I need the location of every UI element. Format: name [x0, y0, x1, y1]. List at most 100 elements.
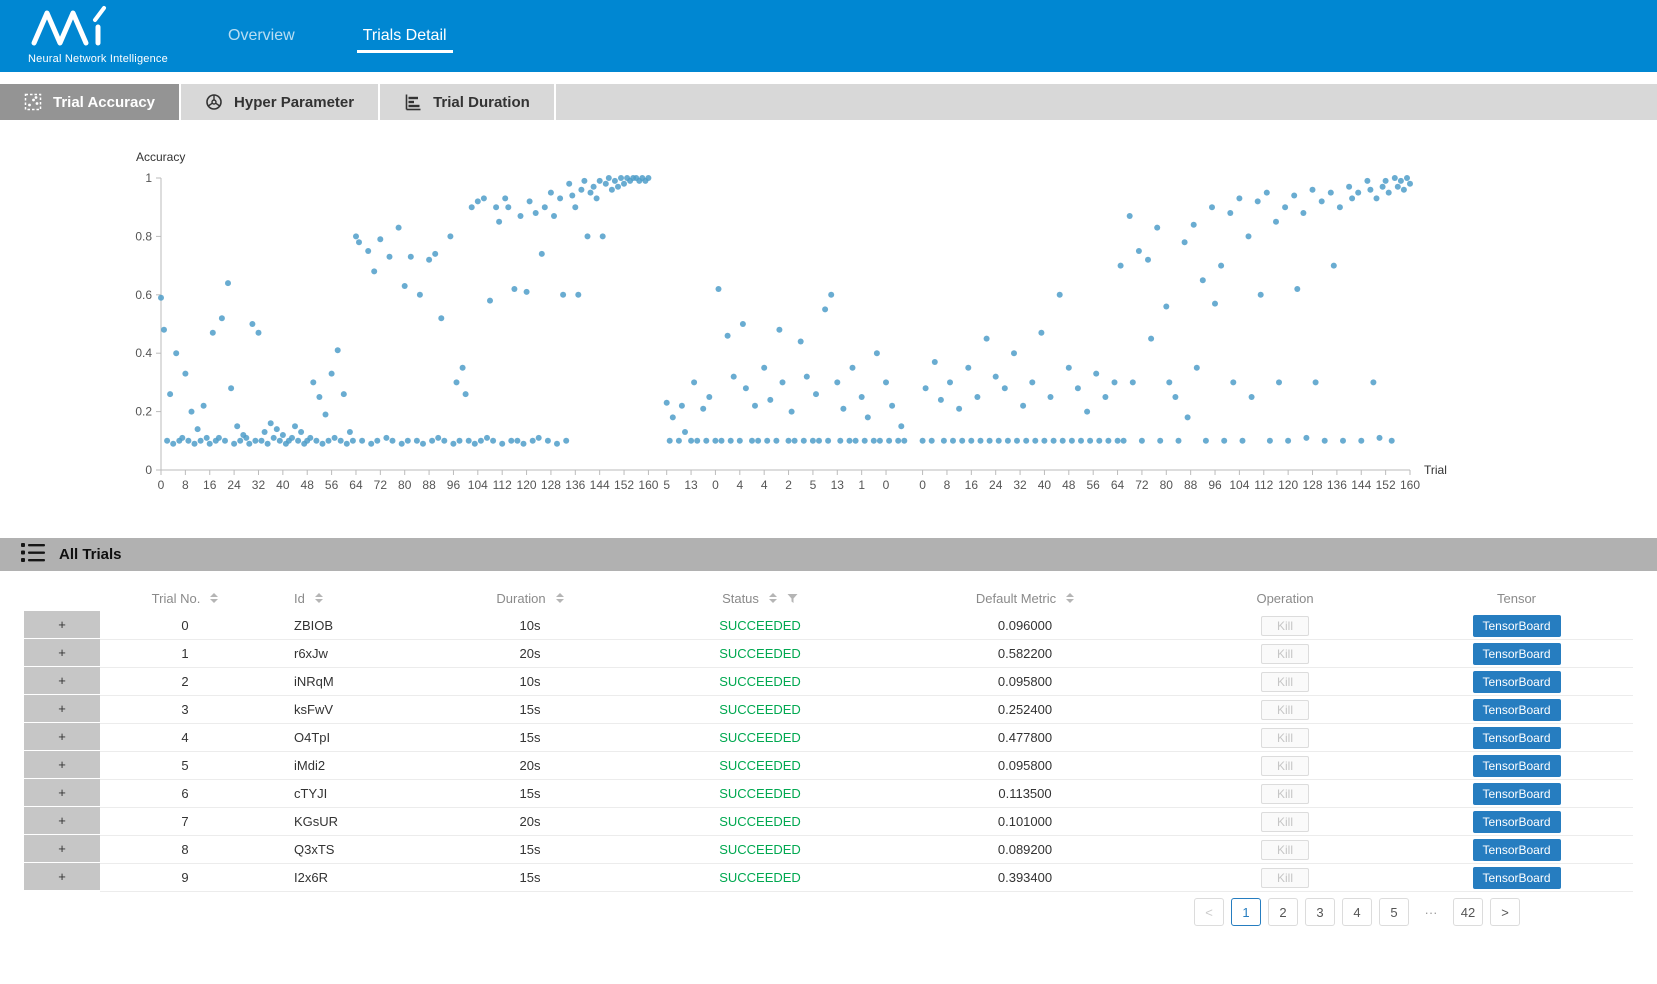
- svg-text:56: 56: [1087, 478, 1101, 492]
- column-header-default-metric[interactable]: Default Metric: [880, 584, 1170, 612]
- tensor-cell: TensorBoard: [1400, 752, 1633, 779]
- nav-tab-trials-detail[interactable]: Trials Detail: [357, 13, 453, 59]
- expand-row-button[interactable]: +: [24, 779, 100, 808]
- kill-button[interactable]: Kill: [1261, 728, 1309, 748]
- tensorboard-button[interactable]: TensorBoard: [1473, 643, 1561, 665]
- subtab-label: Trial Accuracy: [53, 94, 155, 111]
- svg-text:32: 32: [1013, 478, 1027, 492]
- tensorboard-button[interactable]: TensorBoard: [1473, 811, 1561, 833]
- expand-row-button[interactable]: +: [24, 863, 100, 892]
- column-header-status[interactable]: Status: [640, 584, 880, 612]
- expand-row-button[interactable]: +: [24, 695, 100, 724]
- top-navbar: Neural Network Intelligence Overview Tri…: [0, 0, 1657, 72]
- column-label: Operation: [1256, 591, 1313, 606]
- kill-button[interactable]: Kill: [1261, 840, 1309, 860]
- kill-button[interactable]: Kill: [1261, 868, 1309, 888]
- sort-icon[interactable]: [556, 593, 564, 603]
- page-button[interactable]: 1: [1231, 898, 1261, 926]
- kill-button[interactable]: Kill: [1261, 672, 1309, 692]
- nav-tab-overview[interactable]: Overview: [222, 13, 301, 59]
- metric-cell: 0.089200: [880, 836, 1170, 863]
- tensorboard-button[interactable]: TensorBoard: [1473, 671, 1561, 693]
- duration-cell: 15s: [420, 780, 640, 807]
- subtab-trial-accuracy[interactable]: Trial Accuracy: [0, 84, 181, 120]
- svg-text:Accuracy: Accuracy: [136, 150, 185, 164]
- page-button[interactable]: 3: [1305, 898, 1335, 926]
- table-row: + 5 iMdi2 20s SUCCEEDED 0.095800 Kill Te…: [24, 752, 1633, 780]
- expand-column-header: [24, 584, 100, 612]
- status-cell: SUCCEEDED: [640, 696, 880, 723]
- expand-row-button[interactable]: +: [24, 807, 100, 836]
- svg-text:112: 112: [493, 478, 512, 492]
- column-header-duration[interactable]: Duration: [420, 584, 640, 612]
- tensorboard-button[interactable]: TensorBoard: [1473, 783, 1561, 805]
- tensorboard-button[interactable]: TensorBoard: [1473, 839, 1561, 861]
- page-button[interactable]: 42: [1453, 898, 1483, 926]
- svg-text:160: 160: [638, 478, 658, 492]
- tensorboard-button[interactable]: TensorBoard: [1473, 755, 1561, 777]
- kill-button[interactable]: Kill: [1261, 616, 1309, 636]
- trial-no-cell: 3: [100, 696, 270, 723]
- svg-text:136: 136: [565, 478, 585, 492]
- sort-icon[interactable]: [1066, 593, 1074, 603]
- operation-cell: Kill: [1170, 724, 1400, 751]
- trials-table: Trial No. Id Duration Status Default Met…: [24, 584, 1633, 892]
- column-label: Status: [722, 591, 759, 606]
- svg-text:104: 104: [468, 478, 488, 492]
- bars-icon: [404, 93, 422, 111]
- subtab-trial-duration[interactable]: Trial Duration: [380, 84, 556, 120]
- wheel-icon: [205, 93, 223, 111]
- subtab-hyper-parameter[interactable]: Hyper Parameter: [181, 84, 380, 120]
- duration-cell: 20s: [420, 752, 640, 779]
- column-header-trial-no[interactable]: Trial No.: [100, 584, 270, 612]
- accuracy-scatter-chart[interactable]: 00.20.40.60.8108162432404856647280889610…: [0, 130, 1657, 530]
- tensorboard-button[interactable]: TensorBoard: [1473, 615, 1561, 637]
- expand-row-button[interactable]: +: [24, 667, 100, 696]
- prev-page-button[interactable]: <: [1194, 898, 1224, 926]
- sort-icon[interactable]: [315, 593, 323, 603]
- expand-row-button[interactable]: +: [24, 639, 100, 668]
- sort-icon[interactable]: [769, 593, 777, 603]
- page-button[interactable]: 2: [1268, 898, 1298, 926]
- svg-text:0: 0: [919, 478, 926, 492]
- tensorboard-button[interactable]: TensorBoard: [1473, 867, 1561, 889]
- column-header-id[interactable]: Id: [270, 584, 420, 612]
- kill-button[interactable]: Kill: [1261, 812, 1309, 832]
- chart-canvas[interactable]: 00.20.40.60.8108162432404856647280889610…: [0, 130, 1657, 530]
- all-trials-title: All Trials: [59, 546, 122, 563]
- trial-no-cell: 7: [100, 808, 270, 835]
- next-page-button[interactable]: >: [1490, 898, 1520, 926]
- status-cell: SUCCEEDED: [640, 808, 880, 835]
- table-header-row: Trial No. Id Duration Status Default Met…: [24, 584, 1633, 612]
- tensorboard-button[interactable]: TensorBoard: [1473, 727, 1561, 749]
- trial-no-cell: 0: [100, 612, 270, 639]
- expand-row-button[interactable]: +: [24, 723, 100, 752]
- sort-icon[interactable]: [210, 593, 218, 603]
- operation-cell: Kill: [1170, 752, 1400, 779]
- table-row: + 7 KGsUR 20s SUCCEEDED 0.101000 Kill Te…: [24, 808, 1633, 836]
- svg-text:16: 16: [965, 478, 979, 492]
- table-row: + 4 O4TpI 15s SUCCEEDED 0.477800 Kill Te…: [24, 724, 1633, 752]
- status-cell: SUCCEEDED: [640, 780, 880, 807]
- table-row: + 1 r6xJw 20s SUCCEEDED 0.582200 Kill Te…: [24, 640, 1633, 668]
- expand-row-button[interactable]: +: [24, 611, 100, 640]
- svg-text:0.2: 0.2: [135, 405, 152, 419]
- tensorboard-button[interactable]: TensorBoard: [1473, 699, 1561, 721]
- kill-button[interactable]: Kill: [1261, 784, 1309, 804]
- svg-text:112: 112: [1254, 478, 1273, 492]
- expand-row-button[interactable]: +: [24, 751, 100, 780]
- trial-id-cell: r6xJw: [270, 640, 420, 667]
- filter-icon[interactable]: [787, 593, 798, 604]
- kill-button[interactable]: Kill: [1261, 644, 1309, 664]
- svg-text:5: 5: [810, 478, 817, 492]
- nni-logo-icon: [28, 5, 138, 47]
- trial-id-cell: cTYJI: [270, 780, 420, 807]
- svg-text:1: 1: [858, 478, 865, 492]
- page-button[interactable]: 5: [1379, 898, 1409, 926]
- kill-button[interactable]: Kill: [1261, 700, 1309, 720]
- kill-button[interactable]: Kill: [1261, 756, 1309, 776]
- expand-row-button[interactable]: +: [24, 835, 100, 864]
- svg-text:152: 152: [614, 478, 634, 492]
- nni-logo: Neural Network Intelligence: [28, 5, 168, 65]
- page-button[interactable]: 4: [1342, 898, 1372, 926]
